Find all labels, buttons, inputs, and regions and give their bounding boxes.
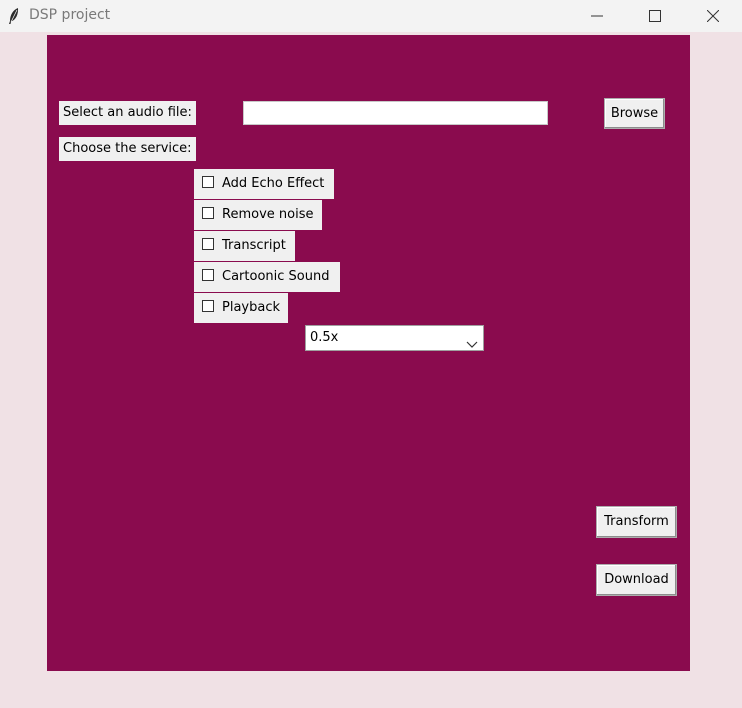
checkbox-label: Remove noise	[222, 207, 314, 222]
transform-button[interactable]: Transform	[596, 506, 677, 538]
window-title: DSP project	[29, 7, 111, 23]
chevron-down-icon[interactable]	[466, 334, 478, 358]
checkbox-transcript[interactable]: Transcript	[194, 231, 295, 261]
checkbox-box[interactable]	[202, 268, 214, 281]
checkbox-box[interactable]	[202, 206, 214, 219]
checkbox-cartoonic-sound[interactable]: Cartoonic Sound	[194, 262, 340, 292]
checkbox-box[interactable]	[202, 237, 214, 250]
close-icon	[707, 10, 719, 22]
playback-speed-select[interactable]: 0.5x	[305, 325, 484, 351]
speed-selected-value: 0.5x	[310, 330, 339, 345]
feather-icon	[7, 7, 21, 25]
checkbox-label: Add Echo Effect	[222, 176, 325, 191]
maximize-button[interactable]	[632, 0, 678, 32]
checkbox-remove-noise[interactable]: Remove noise	[194, 200, 322, 230]
download-button[interactable]: Download	[596, 564, 677, 596]
browse-button[interactable]: Browse	[604, 98, 665, 129]
title-bar: DSP project	[0, 0, 742, 32]
file-label: Select an audio file:	[59, 101, 196, 125]
minimize-icon	[591, 15, 603, 17]
checkbox-label: Playback	[222, 300, 281, 315]
maximize-icon	[649, 10, 661, 22]
file-path-input[interactable]	[243, 101, 548, 125]
checkbox-label: Transcript	[222, 238, 286, 253]
checkbox-box[interactable]	[202, 175, 214, 188]
checkbox-add-echo[interactable]: Add Echo Effect	[194, 169, 334, 199]
checkbox-box[interactable]	[202, 299, 214, 312]
main-panel: Select an audio file: Browse Choose the …	[47, 35, 690, 671]
close-button[interactable]	[690, 0, 736, 32]
service-label: Choose the service:	[59, 137, 196, 161]
checkbox-playback[interactable]: Playback	[194, 293, 288, 323]
minimize-button[interactable]	[574, 0, 620, 32]
checkbox-label: Cartoonic Sound	[222, 269, 330, 284]
